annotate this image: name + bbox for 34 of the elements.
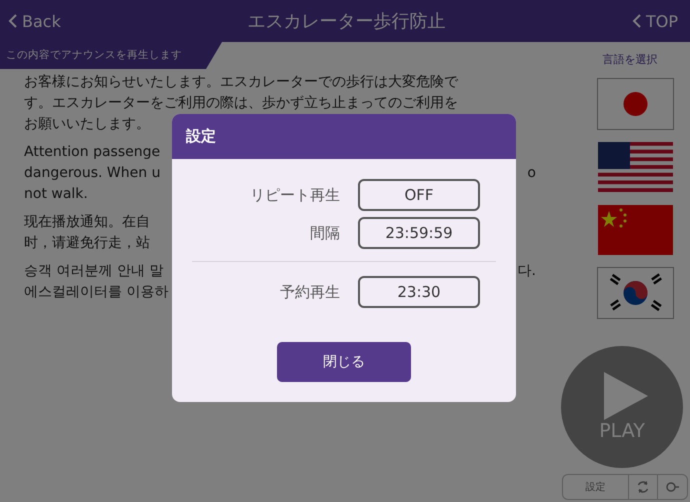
announcement-text: す。エスカレーターをご利用の際は、歩かず立ち止まってのご利用を: [24, 94, 458, 113]
japan-flag-icon[interactable]: [598, 79, 672, 129]
close-button[interactable]: 閉じる: [277, 342, 411, 382]
announcement-text: お願いいたします。: [24, 115, 150, 134]
setting-label: 予約再生: [279, 282, 340, 302]
refresh-icon: [636, 480, 650, 494]
korea-flag-icon[interactable]: [598, 268, 672, 318]
language-title: 言語を選択: [602, 52, 658, 67]
usa-flag-icon[interactable]: [598, 142, 672, 192]
setting-label: 間隔: [309, 224, 340, 242]
announcement-text: 승객 여러분께 안내 말: [24, 262, 164, 281]
announce-banner: この内容でアナウンスを再生します: [0, 42, 222, 69]
setting-label: リピート再生: [249, 186, 340, 204]
china-flag-icon[interactable]: [598, 205, 672, 255]
announcement-text: Attention passenge: [24, 143, 160, 162]
back-button[interactable]: Back: [6, 10, 63, 32]
chevron-left-icon: [8, 14, 18, 28]
announcement-text: お客様にお知らせいたします。エスカレーターでの歩行は大変危険で: [24, 73, 458, 92]
top-button[interactable]: TOP: [630, 10, 680, 32]
announcement-text: o: [527, 164, 536, 183]
setting-field[interactable]: OFF: [358, 179, 480, 211]
announcement-text: 现在播放通知。在自: [24, 213, 150, 232]
chevron-left-icon: [632, 14, 642, 28]
announcement-text: 에스컬레이터를 이용하: [24, 283, 168, 302]
toggle-icon: [666, 480, 680, 494]
play-icon: [604, 372, 648, 420]
announcement-text: dangerous. When u: [24, 164, 160, 183]
announcement-text: 다.: [518, 262, 536, 281]
dialog-title: 設定: [172, 114, 516, 159]
setting-field[interactable]: 23:59:59: [358, 217, 480, 249]
announcement-text: not walk.: [24, 185, 88, 204]
announcement-text: 时，请避免行走，站: [24, 234, 150, 253]
page-title: エスカレーター歩行防止: [247, 10, 446, 33]
setting-field[interactable]: 23:30: [358, 276, 480, 308]
